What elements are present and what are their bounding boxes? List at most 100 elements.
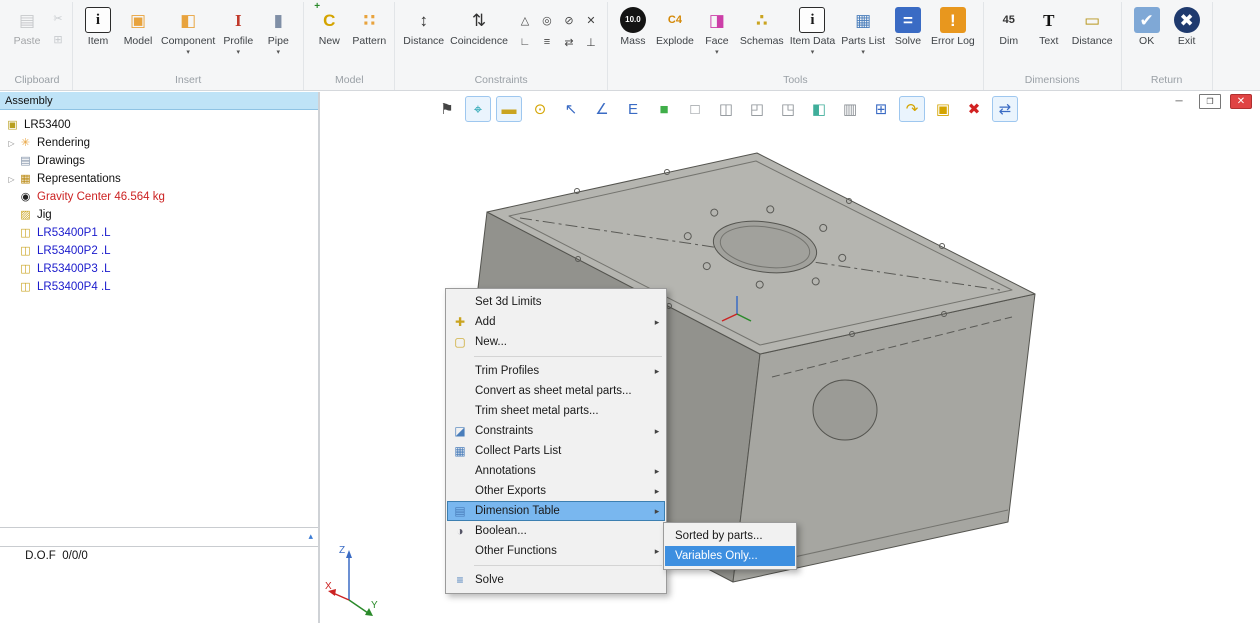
tangent-constraint-icon[interactable]: ⊘ [560, 11, 578, 29]
tree-item-part-3[interactable]: ◫LR53400P3 .L [0, 260, 318, 278]
tree-item-part-1[interactable]: ◫LR53400P1 .L [0, 224, 318, 242]
coincidence-button[interactable]: ⇅Coincidence [447, 2, 511, 48]
snap-vertex-icon[interactable]: ↖ [558, 96, 584, 122]
assembly-tree[interactable]: ▣LR53400▷✳Rendering▤Drawings▷▦Representa… [0, 110, 318, 528]
snap-edge-icon[interactable]: ∠ [589, 96, 615, 122]
menu-item-trim-sheet-metal[interactable]: Trim sheet metal parts... [447, 401, 665, 421]
menu-item-label: Boolean... [471, 525, 651, 537]
ribbon: ▤Paste✂⊞ClipboardiItem▣Model◧Component▾I… [0, 0, 1260, 91]
menu-item-other-exports[interactable]: Other Exports▸ [447, 481, 665, 501]
tree-item-representations[interactable]: ▷▦Representations [0, 170, 318, 188]
pipe-button[interactable]: ▮Pipe▾ [258, 2, 298, 56]
maximize-button[interactable]: ❒ [1199, 94, 1221, 109]
profile-button[interactable]: IProfile▾ [218, 2, 258, 56]
minimize-button[interactable]: ─ [1168, 94, 1190, 109]
explode-button[interactable]: C4Explode [653, 2, 697, 48]
parallel-constraint-icon[interactable]: ≡ [538, 33, 556, 51]
fix-constraint-icon[interactable]: ⊥ [582, 33, 600, 51]
solve-button[interactable]: =Solve [888, 2, 928, 48]
pin-icon[interactable]: ⚑ [434, 96, 460, 122]
profile-icon: I [225, 7, 251, 33]
text-button[interactable]: TText [1029, 2, 1069, 48]
schemas-button[interactable]: ∴Schemas [737, 2, 787, 48]
item-button[interactable]: iItem [78, 2, 118, 48]
solid-green-cube-icon[interactable]: ■ [651, 96, 677, 122]
ok-button[interactable]: ✔OK [1127, 2, 1167, 48]
menu-item-dimension-table[interactable]: ▤Dimension Table▸ [447, 501, 665, 521]
menu-item-trim-profiles[interactable]: Trim Profiles▸ [447, 361, 665, 381]
tree-item-part-2[interactable]: ◫LR53400P2 .L [0, 242, 318, 260]
dim-icon: 45 [996, 7, 1022, 33]
copy-parts-icon[interactable]: ⊞ [868, 96, 894, 122]
perpendicular-constraint-icon[interactable]: ∟ [516, 33, 534, 51]
menu-item-annotations[interactable]: Annotations▸ [447, 461, 665, 481]
distance-dimension-button[interactable]: ▭Distance [1069, 2, 1116, 48]
distance-constraint-button[interactable]: ↕Distance [400, 2, 447, 48]
ribbon-group-label: Constraints [400, 71, 602, 90]
symmetry-constraint-icon[interactable]: ✕ [582, 11, 600, 29]
shaded-cube-icon[interactable]: ◧ [806, 96, 832, 122]
menu-item-convert-sheet-metal[interactable]: Convert as sheet metal parts... [447, 381, 665, 401]
exit-button[interactable]: ✖Exit [1167, 2, 1207, 48]
dim-button[interactable]: 45Dim [989, 2, 1029, 48]
viewport-toolbar: ⚑⌖▬⊙↖∠E■□◫◰◳◧▥⊞↷▣✖⇄ [434, 96, 1018, 122]
select-frame-icon[interactable]: ⌖ [465, 96, 491, 122]
tree-item-label: LR53400P2 .L [37, 245, 111, 257]
list-icon[interactable]: ▥ [837, 96, 863, 122]
wire-cube-1-icon[interactable]: □ [682, 96, 708, 122]
mass-button[interactable]: 10.0Mass [613, 2, 653, 48]
expander-icon[interactable]: ▷ [5, 175, 18, 184]
wire-cube-4-icon[interactable]: ◳ [775, 96, 801, 122]
tree-item-root[interactable]: ▣LR53400 [0, 116, 318, 134]
swap-constraint-icon[interactable]: ⇄ [560, 33, 578, 51]
tree-item-jig[interactable]: ▨Jig [0, 206, 318, 224]
wire-cube-3-icon[interactable]: ◰ [744, 96, 770, 122]
pattern-button[interactable]: ∷Pattern [349, 2, 389, 48]
new-button[interactable]: C+New [309, 2, 349, 48]
tree-item-part-4[interactable]: ◫LR53400P4 .L [0, 278, 318, 296]
model-button[interactable]: ▣Model [118, 2, 158, 48]
submenu-item-sorted-by-parts[interactable]: Sorted by parts... [665, 526, 795, 546]
quick-pick-icon[interactable]: E [620, 96, 646, 122]
pattern-icon: ∷ [356, 7, 382, 33]
component-button[interactable]: ◧Component▾ [158, 2, 218, 56]
face-button[interactable]: ◨Face▾ [697, 2, 737, 56]
menu-item-boolean[interactable]: ◑Boolean... [447, 521, 665, 541]
panel-splitter-arrow-icon[interactable]: ▴ [308, 529, 313, 543]
parts-list-button[interactable]: ▦Parts List▾ [838, 2, 888, 56]
explode-button-label: Explode [656, 36, 694, 48]
menu-item-collect-parts-list[interactable]: ▦Collect Parts List [447, 441, 665, 461]
drawer-icon[interactable]: ▣ [930, 96, 956, 122]
snap-point-icon[interactable]: ⊙ [527, 96, 553, 122]
measure-icon[interactable]: ▬ [496, 96, 522, 122]
solve-icon: = [895, 7, 921, 33]
submenu-item-variables-only[interactable]: Variables Only... [665, 546, 795, 566]
world-axes-triad: Z X Y [324, 542, 384, 622]
close-button[interactable]: ✕ [1230, 94, 1252, 109]
wire-cube-2-icon[interactable]: ◫ [713, 96, 739, 122]
expander-icon[interactable]: ▷ [5, 139, 18, 148]
menu-item-solve[interactable]: ≡Solve [447, 570, 665, 590]
axis-z-label: Z [339, 545, 345, 556]
copy-button[interactable]: ⊞ [49, 30, 67, 48]
cut-button[interactable]: ✂ [49, 9, 67, 27]
angle-constraint-icon[interactable]: △ [516, 11, 534, 29]
error-log-button[interactable]: !Error Log [928, 2, 978, 48]
item-data-button[interactable]: iItem Data▾ [787, 2, 839, 56]
swap-icon[interactable]: ⇄ [992, 96, 1018, 122]
paste-button[interactable]: ▤Paste [7, 2, 47, 48]
menu-item-other-functions[interactable]: Other Functions▸ [447, 541, 665, 561]
menu-item-constraints[interactable]: ◪Constraints▸ [447, 421, 665, 441]
menu-item-new[interactable]: ▢New... [447, 332, 665, 352]
parts-list-button-label: Parts List [841, 36, 885, 48]
menu-item-label: Trim sheet metal parts... [471, 405, 651, 417]
menu-item-label: New... [471, 336, 651, 348]
concentric-constraint-icon[interactable]: ◎ [538, 11, 556, 29]
tree-item-drawings[interactable]: ▤Drawings [0, 152, 318, 170]
delete-icon[interactable]: ✖ [961, 96, 987, 122]
menu-item-set-3d-limits[interactable]: Set 3d Limits [447, 292, 665, 312]
tree-item-rendering[interactable]: ▷✳Rendering [0, 134, 318, 152]
sketch-icon[interactable]: ↷ [899, 96, 925, 122]
tree-item-gravity-center[interactable]: ◉Gravity Center 46.564 kg [0, 188, 318, 206]
menu-item-add[interactable]: ✚Add▸ [447, 312, 665, 332]
